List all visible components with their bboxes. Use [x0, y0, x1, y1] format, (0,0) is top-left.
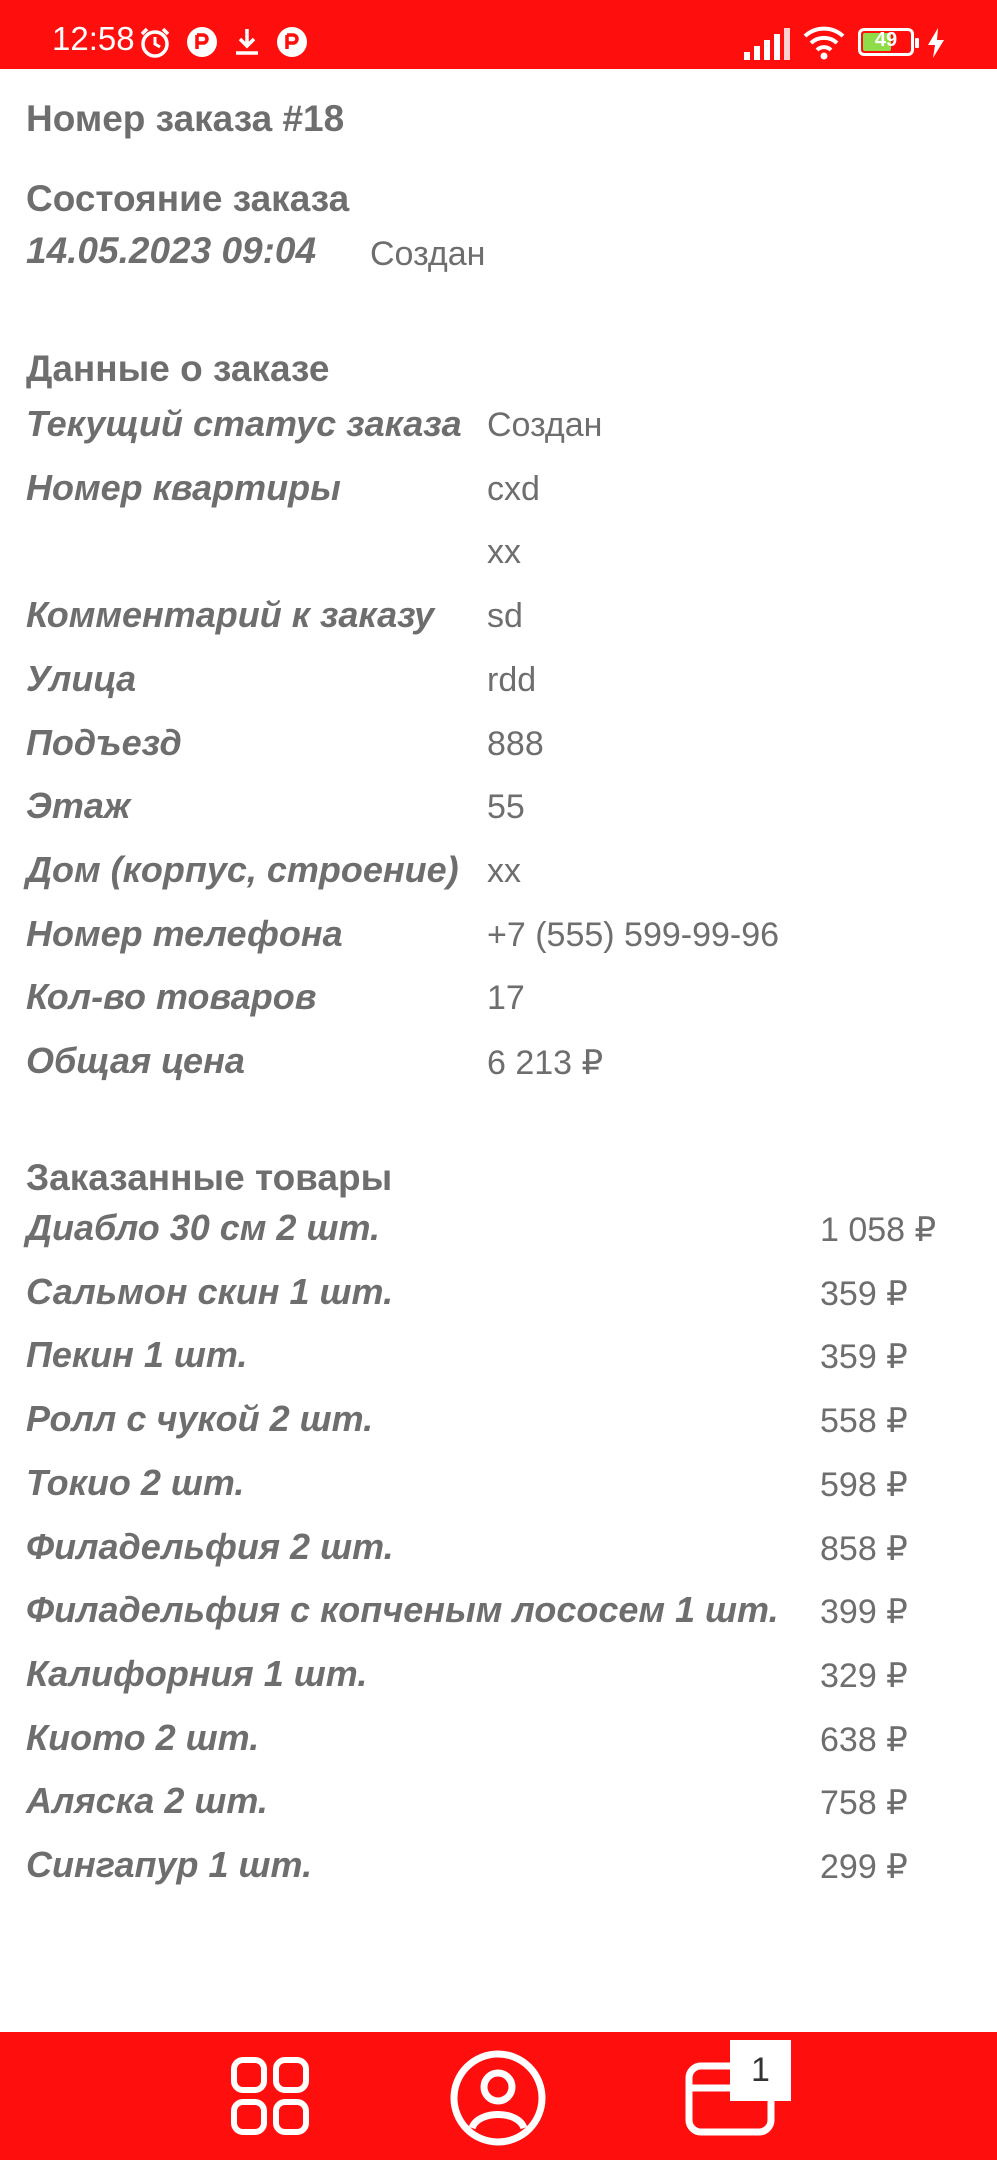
detail-value: xx — [487, 533, 521, 572]
app-icon — [277, 27, 307, 57]
profile-icon[interactable] — [448, 2048, 548, 2148]
detail-row: Текущий статус заказа Создан — [26, 403, 971, 453]
detail-value: 6 213 ₽ — [487, 1044, 604, 1082]
product-price: 359 ₽ — [820, 1338, 908, 1377]
detail-row: Номер телефона +7 (555) 599-99-96 — [26, 913, 971, 963]
product-row: Диабло 30 см 2 шт. 1 058 ₽ — [26, 1207, 971, 1257]
detail-label: Номер квартиры — [26, 466, 341, 508]
detail-label: Текущий статус заказа — [26, 403, 462, 444]
product-row: Аляска 2 шт. 758 ₽ — [26, 1780, 971, 1830]
detail-value: rdd — [487, 660, 537, 699]
detail-row: xx — [26, 530, 971, 580]
grid-icon[interactable] — [228, 2054, 312, 2138]
signal-icon — [744, 28, 790, 60]
detail-row: Подъезд 888 — [26, 722, 971, 772]
detail-value: xx — [487, 851, 521, 890]
order-state-heading: Состояние заказа — [26, 178, 350, 219]
detail-label: Комментарий к заказу — [26, 594, 435, 636]
product-price: 1 058 ₽ — [820, 1211, 937, 1249]
detail-label: Подъезд — [26, 721, 182, 763]
order-state-date: 14.05.2023 09:04 — [26, 230, 317, 271]
app-icon — [187, 27, 217, 57]
detail-value: 888 — [487, 724, 544, 763]
detail-label: Кол-во товаров — [26, 976, 317, 1018]
detail-row: Общая цена 6 213 ₽ — [26, 1040, 971, 1090]
product-row: Филадельфия 2 шт. 858 ₽ — [26, 1526, 971, 1576]
product-price: 329 ₽ — [820, 1656, 908, 1695]
product-price: 558 ₽ — [820, 1402, 908, 1441]
product-name: Токио 2 шт. — [26, 1461, 245, 1503]
status-time: 12:58 — [52, 20, 135, 57]
product-price: 359 ₽ — [820, 1274, 908, 1313]
bottom-nav — [0, 2032, 997, 2160]
product-row: Сальмон скин 1 шт. 359 ₽ — [26, 1271, 971, 1321]
battery-level: 49 — [874, 29, 898, 51]
product-name: Аляска 2 шт. — [26, 1780, 268, 1822]
product-name: Пекин 1 шт. — [26, 1334, 248, 1376]
product-price: 598 ₽ — [820, 1465, 908, 1504]
charging-icon — [928, 28, 944, 58]
product-name: Диабло 30 см 2 шт. — [26, 1207, 381, 1248]
product-name: Киото 2 шт. — [26, 1716, 260, 1758]
product-price: 858 ₽ — [820, 1529, 908, 1568]
status-bar: 12:58 49 — [0, 0, 997, 69]
product-name: Калифорния 1 шт. — [26, 1652, 368, 1694]
detail-value: cxd — [487, 469, 540, 508]
detail-value: +7 (555) 599-99-96 — [487, 915, 780, 954]
product-row: Киото 2 шт. 638 ₽ — [26, 1717, 971, 1767]
product-row: Филадельфия с копченым лососем 1 шт. 399 … — [26, 1589, 971, 1639]
detail-label: Общая цена — [26, 1040, 245, 1081]
detail-label: Дом (корпус, строение) — [26, 848, 459, 890]
detail-row: Кол-во товаров 17 — [26, 976, 971, 1026]
product-name: Филадельфия с копченым лососем 1 шт. — [26, 1589, 779, 1631]
detail-label: Улица — [26, 657, 137, 699]
wifi-icon — [803, 26, 845, 60]
download-icon — [236, 29, 258, 55]
detail-row: Улица rdd — [26, 658, 971, 708]
detail-value: Создан — [487, 406, 603, 444]
detail-row: Комментарий к заказу sd — [26, 594, 971, 644]
detail-value: 55 — [487, 788, 525, 827]
product-name: Сальмон скин 1 шт. — [26, 1270, 394, 1312]
detail-value: sd — [487, 597, 523, 636]
product-row: Ролл с чукой 2 шт. 558 ₽ — [26, 1398, 971, 1448]
detail-row: Номер квартиры cxd — [26, 467, 971, 517]
detail-label: Этаж — [26, 785, 131, 827]
product-price: 758 ₽ — [820, 1784, 908, 1823]
detail-row: Этаж 55 — [26, 785, 971, 835]
cart-badge: 1 — [730, 2040, 791, 2101]
product-price: 638 ₽ — [820, 1720, 908, 1759]
detail-row: Дом (корпус, строение) xx — [26, 849, 971, 899]
product-row: Пекин 1 шт. 359 ₽ — [26, 1334, 971, 1384]
product-row: Калифорния 1 шт. 329 ₽ — [26, 1653, 971, 1703]
product-name: Филадельфия 2 шт. — [26, 1525, 394, 1567]
details-heading: Данные о заказе — [26, 348, 330, 389]
product-name: Сингапур 1 шт. — [26, 1844, 313, 1885]
product-price: 399 ₽ — [820, 1593, 908, 1632]
detail-value: 17 — [487, 979, 525, 1018]
product-price: 299 ₽ — [820, 1848, 908, 1886]
product-name: Ролл с чукой 2 шт. — [26, 1398, 374, 1440]
battery-icon: 49 — [858, 28, 919, 56]
alarm-icon — [140, 27, 170, 58]
order-state-value: Создан — [370, 235, 486, 273]
order-title: Номер заказа #18 — [26, 98, 345, 139]
product-row: Сингапур 1 шт. 299 ₽ — [26, 1844, 971, 1894]
products-heading: Заказанные товары — [26, 1157, 393, 1198]
detail-label: Номер телефона — [26, 912, 343, 954]
product-row: Токио 2 шт. 598 ₽ — [26, 1462, 971, 1512]
